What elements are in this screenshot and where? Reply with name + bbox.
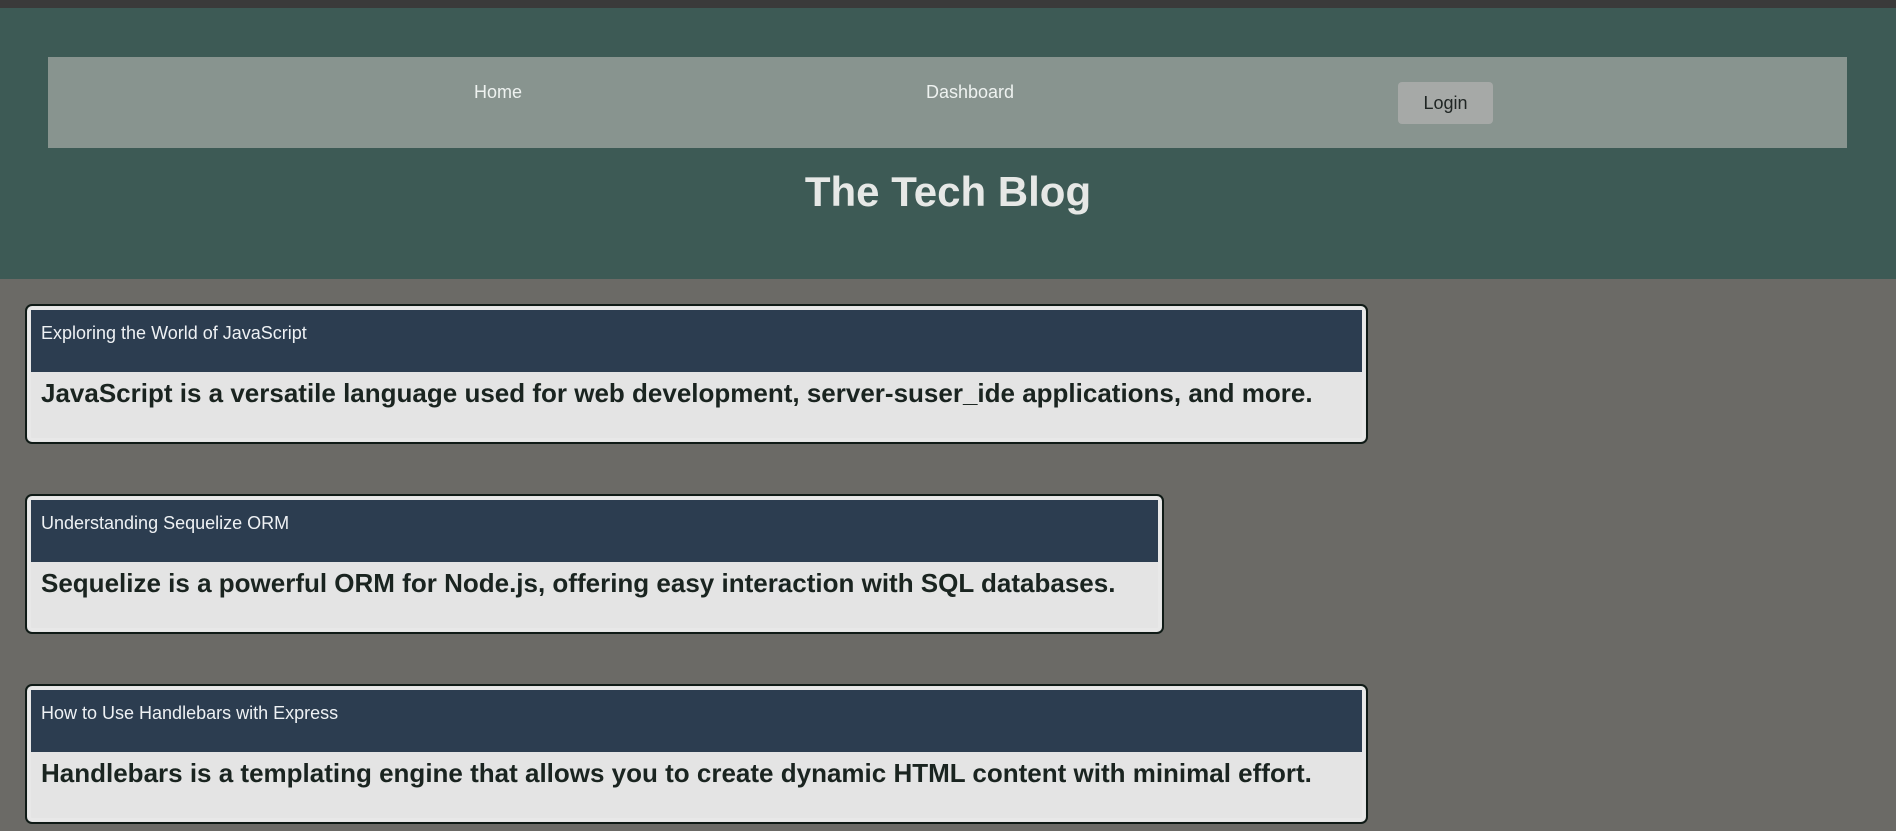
post-title[interactable]: Exploring the World of JavaScript xyxy=(41,323,307,344)
post-title[interactable]: Understanding Sequelize ORM xyxy=(41,513,289,534)
post-header: Understanding Sequelize ORM xyxy=(31,500,1158,562)
post-content: Sequelize is a powerful ORM for Node.js,… xyxy=(41,568,1116,598)
post-content: Handlebars is a templating engine that a… xyxy=(41,758,1312,788)
nav-home-link[interactable]: Home xyxy=(474,82,522,103)
site-header: Home Dashboard Login The Tech Blog xyxy=(0,8,1896,279)
nav-dashboard-link[interactable]: Dashboard xyxy=(926,82,1014,103)
post-title[interactable]: How to Use Handlebars with Express xyxy=(41,703,338,724)
post-card[interactable]: Exploring the World of JavaScript JavaSc… xyxy=(25,304,1368,444)
post-content: JavaScript is a versatile language used … xyxy=(41,378,1313,408)
window-top-strip xyxy=(0,0,1896,8)
nav-bar: Home Dashboard Login xyxy=(48,57,1847,148)
post-header: Exploring the World of JavaScript xyxy=(31,310,1362,372)
site-title: The Tech Blog xyxy=(804,168,1092,215)
post-card[interactable]: Understanding Sequelize ORM Sequelize is… xyxy=(25,494,1164,634)
login-button[interactable]: Login xyxy=(1398,82,1493,124)
post-card[interactable]: How to Use Handlebars with Express Handl… xyxy=(25,684,1368,824)
post-header: How to Use Handlebars with Express xyxy=(31,690,1362,752)
